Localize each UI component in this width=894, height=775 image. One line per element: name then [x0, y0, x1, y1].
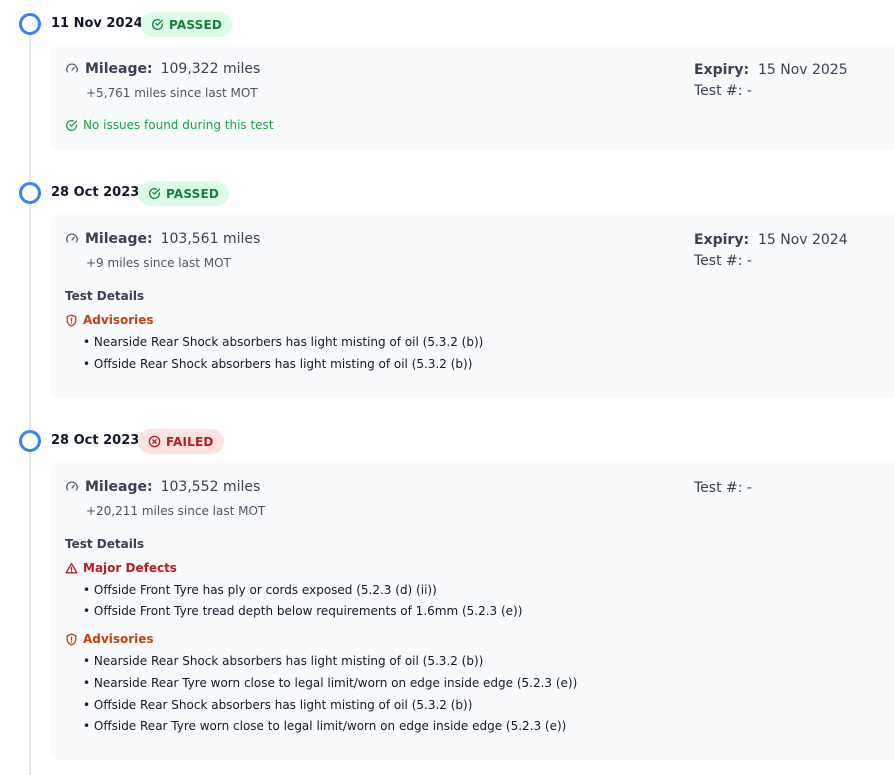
warning-triangle-icon — [65, 562, 78, 573]
test-date: 28 Oct 2023 — [51, 185, 140, 200]
mileage-label: Mileage: — [85, 231, 153, 247]
test-number-row: Test #: - — [694, 83, 752, 99]
status-badge: FAILED — [138, 429, 224, 454]
shield-alert-icon — [66, 632, 77, 646]
advisories-header: Advisories — [65, 313, 154, 327]
mileage-row: Mileage: 109,322 miles — [65, 61, 260, 77]
test-details-title: Test Details — [65, 537, 145, 551]
mileage-since: +5,761 miles since last MOT — [86, 86, 258, 100]
advisories-label: Advisories — [83, 313, 154, 327]
expiry-value: 15 Nov 2025 — [757, 62, 848, 78]
test-card: Mileage: 109,322 miles +5,761 miles sinc… — [50, 45, 894, 150]
mileage-since: +9 miles since last MOT — [86, 256, 231, 270]
mileage-since: +20,211 miles since last MOT — [86, 504, 266, 518]
test-number-row: Test #: - — [694, 253, 752, 269]
gauge-icon — [66, 233, 78, 243]
check-circle-icon — [66, 119, 78, 131]
expiry-label: Expiry: — [694, 232, 750, 248]
status-badge: PASSED — [138, 181, 230, 206]
test-number-value: - — [746, 83, 752, 99]
advisory-item: • Nearside Rear Shock absorbers has ligh… — [83, 654, 484, 668]
status-label: PASSED — [169, 17, 223, 32]
expiry-row: Expiry: 15 Nov 2024 — [694, 232, 848, 248]
gauge-icon — [66, 481, 78, 491]
status-label: PASSED — [166, 186, 220, 201]
check-circle-icon — [152, 18, 164, 30]
test-number-row: Test #: - — [694, 480, 752, 496]
major-defects-header: Major Defects — [65, 561, 177, 575]
mileage-value: 103,552 miles — [160, 479, 261, 495]
test-card: Mileage: 103,552 miles +20,211 miles sin… — [50, 463, 894, 760]
test-details-title: Test Details — [65, 289, 145, 303]
test-date: 28 Oct 2023 — [51, 433, 140, 448]
expiry-row: Expiry: 15 Nov 2025 — [694, 62, 848, 78]
test-date: 11 Nov 2024 — [51, 16, 143, 31]
expiry-value: 15 Nov 2024 — [757, 232, 848, 248]
x-circle-icon — [148, 435, 161, 448]
status-label: FAILED — [166, 434, 214, 449]
test-number-value: - — [746, 480, 752, 496]
mileage-row: Mileage: 103,561 miles — [65, 231, 260, 247]
advisory-item: • Offside Rear Shock absorbers has light… — [83, 698, 473, 712]
gauge-icon — [66, 63, 78, 73]
timeline-dot — [19, 182, 41, 204]
test-number-label: Test #: — [694, 253, 743, 269]
advisory-item: • Offside Rear Shock absorbers has light… — [83, 357, 473, 371]
timeline-dot — [19, 13, 41, 35]
advisory-item: • Offside Rear Tyre worn close to legal … — [83, 719, 567, 733]
expiry-label: Expiry: — [694, 62, 750, 78]
major-defects-label: Major Defects — [83, 561, 177, 575]
advisories-label: Advisories — [83, 632, 154, 646]
mileage-row: Mileage: 103,552 miles — [65, 479, 260, 495]
advisories-header: Advisories — [65, 632, 154, 646]
advisory-item: • Nearside Rear Shock absorbers has ligh… — [83, 335, 484, 349]
no-issues-note: No issues found during this test — [65, 118, 274, 132]
major-defect-item: • Offside Front Tyre has ply or cords ex… — [83, 583, 437, 597]
test-card: Mileage: 103,561 miles +9 miles since la… — [50, 215, 894, 398]
major-defect-item: • Offside Front Tyre tread depth below r… — [83, 604, 523, 618]
advisory-item: • Nearside Rear Tyre worn close to legal… — [83, 676, 578, 690]
check-circle-icon — [149, 187, 161, 199]
test-number-label: Test #: — [694, 480, 743, 496]
mileage-label: Mileage: — [85, 61, 153, 77]
test-number-value: - — [746, 253, 752, 269]
timeline-dot — [19, 430, 41, 452]
mileage-value: 103,561 miles — [160, 231, 261, 247]
shield-alert-icon — [66, 313, 77, 327]
test-number-label: Test #: — [694, 83, 743, 99]
mileage-value: 109,322 miles — [160, 61, 261, 77]
timeline-line — [29, 24, 31, 775]
no-issues-text: No issues found during this test — [83, 118, 274, 132]
status-badge: PASSED — [141, 12, 233, 37]
mileage-label: Mileage: — [85, 479, 153, 495]
